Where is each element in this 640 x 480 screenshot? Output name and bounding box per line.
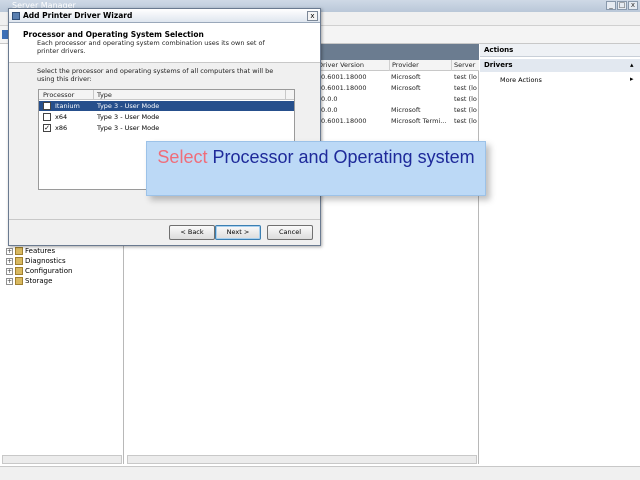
tree-item-label: Configuration: [25, 267, 73, 275]
status-bar: [0, 466, 640, 480]
expand-icon[interactable]: +: [6, 247, 13, 255]
folder-icon: [15, 257, 23, 265]
processor-type: Type 3 - User Mode: [97, 102, 160, 110]
expand-icon[interactable]: +: [6, 267, 13, 275]
maximize-icon[interactable]: □: [617, 1, 627, 10]
printer-icon: [12, 12, 20, 20]
cancel-button[interactable]: Cancel: [267, 225, 313, 240]
cell-version: 0.6001.18000: [321, 73, 367, 81]
column-header-provider[interactable]: Provider: [389, 60, 451, 71]
callout-lead-text: Select: [157, 147, 208, 167]
column-header-driver-version[interactable]: Driver Version: [315, 60, 389, 71]
actions-section-drivers[interactable]: Drivers ▴: [480, 59, 640, 72]
processor-list-header: Processor Type: [39, 90, 294, 100]
actions-header: Actions: [480, 44, 640, 57]
column-divider[interactable]: [93, 90, 94, 100]
column-header-processor[interactable]: Processor: [43, 90, 74, 100]
cell-version: 0.0.0: [321, 106, 338, 114]
folder-icon: [15, 267, 23, 275]
cell-provider: Microsoft Termi...: [391, 117, 447, 125]
cell-provider: Microsoft: [391, 73, 421, 81]
tree-item-features[interactable]: + Features: [6, 246, 55, 256]
tree-item-label: Storage: [25, 277, 53, 285]
back-button[interactable]: < Back: [169, 225, 215, 240]
cell-server: test (lo: [454, 73, 477, 81]
actions-pane: [480, 44, 640, 464]
cell-version: 0.0.0: [321, 95, 338, 103]
tree-item-storage[interactable]: + Storage: [6, 276, 52, 286]
close-icon[interactable]: x: [628, 1, 638, 10]
actions-section-label: Drivers: [484, 61, 513, 69]
wizard-heading: Processor and Operating System Selection: [23, 30, 204, 39]
more-actions-link[interactable]: More Actions: [500, 76, 542, 84]
list-horizontal-scrollbar[interactable]: [127, 455, 477, 464]
processor-checkbox-x86[interactable]: ✓: [43, 124, 51, 132]
column-header-type[interactable]: Type: [97, 90, 112, 100]
processor-type: Type 3 - User Mode: [97, 113, 160, 121]
tutorial-callout: Select Processor and Operating system: [146, 141, 486, 196]
processor-name: x86: [55, 124, 68, 132]
column-header-server[interactable]: Server: [451, 60, 479, 71]
tree-horizontal-scrollbar[interactable]: [2, 455, 122, 464]
tree-item-configuration[interactable]: + Configuration: [6, 266, 72, 276]
processor-checkbox-x64[interactable]: [43, 113, 51, 121]
callout-text: Processor and Operating system: [207, 147, 475, 167]
cell-server: test (lo: [454, 117, 477, 125]
next-button[interactable]: Next >: [215, 225, 261, 240]
wizard-footer-divider: [9, 219, 320, 220]
chevron-right-icon: ▸: [630, 75, 634, 83]
cell-server: test (lo: [454, 95, 477, 103]
cell-provider: Microsoft: [391, 84, 421, 92]
cell-server: test (lo: [454, 84, 477, 92]
cell-version: 0.6001.18000: [321, 117, 367, 125]
wizard-title: Add Printer Driver Wizard: [23, 11, 133, 20]
expand-icon[interactable]: +: [6, 257, 13, 265]
tree-item-diagnostics[interactable]: + Diagnostics: [6, 256, 66, 266]
cell-provider: Microsoft: [391, 106, 421, 114]
column-divider[interactable]: [285, 90, 286, 100]
wizard-header: Processor and Operating System Selection…: [9, 23, 320, 63]
cell-server: test (lo: [454, 106, 477, 114]
processor-type: Type 3 - User Mode: [97, 124, 160, 132]
processor-name: x64: [55, 113, 68, 121]
tree-item-label: Features: [25, 247, 56, 255]
expand-icon[interactable]: +: [6, 277, 13, 285]
cell-provider: [391, 94, 453, 104]
add-printer-driver-wizard: Add Printer Driver Wizard x Processor an…: [8, 8, 321, 246]
processor-row-itanium[interactable]: Itanium Type 3 - User Mode: [39, 101, 294, 111]
minimize-icon[interactable]: _: [606, 1, 616, 10]
folder-icon: [15, 277, 23, 285]
tree-item-label: Diagnostics: [25, 257, 66, 265]
wizard-subheading: Each processor and operating system comb…: [37, 39, 265, 55]
processor-row-x86[interactable]: ✓ x86 Type 3 - User Mode: [39, 123, 294, 133]
cell-version: 0.6001.18000: [321, 84, 367, 92]
folder-icon: [15, 247, 23, 255]
collapse-icon[interactable]: ▴: [630, 61, 634, 69]
wizard-instruction: Select the processor and operating syste…: [37, 67, 274, 83]
wizard-close-button[interactable]: x: [307, 11, 318, 21]
processor-checkbox-itanium[interactable]: [43, 102, 51, 110]
processor-name: Itanium: [55, 102, 80, 110]
processor-row-x64[interactable]: x64 Type 3 - User Mode: [39, 112, 294, 122]
